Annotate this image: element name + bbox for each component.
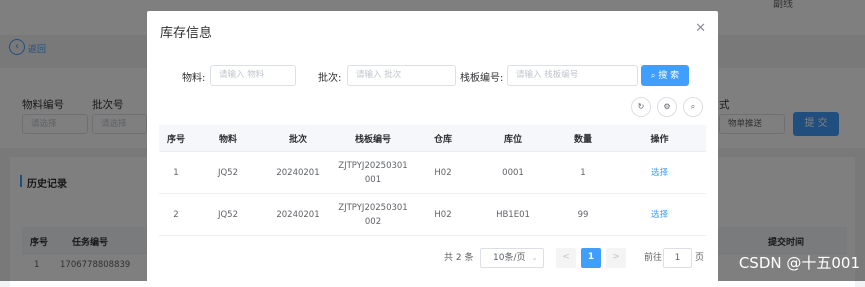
header-action: 操作 <box>613 125 706 152</box>
pallet-line2: 001 <box>364 174 382 185</box>
material-filter-input[interactable]: 请输入 物料 <box>210 65 296 86</box>
columns-settings-icon[interactable]: ⚙ <box>657 97 677 117</box>
pagination-total: 共 2 条 <box>444 253 474 263</box>
pallet-filter-label: 栈板编号: <box>460 73 504 84</box>
select-link[interactable]: 选择 <box>651 210 668 220</box>
goto-label: 前往 <box>644 253 663 263</box>
select-link[interactable]: 选择 <box>651 168 668 178</box>
table-row: 1 JQ52 20240201 ZJTPYJ20250301 001 H02 00… <box>159 151 706 194</box>
close-icon[interactable]: ✕ <box>695 21 706 36</box>
header-batch: 批次 <box>263 125 333 152</box>
search-icon: ⌕ <box>650 71 656 80</box>
cell-material: JQ52 <box>193 151 263 194</box>
header-material: 物料 <box>193 125 263 152</box>
pallet-line1: ZJTPYJ20250301 <box>338 160 408 171</box>
cell-warehouse: H02 <box>413 151 473 194</box>
refresh-icon[interactable]: ↻ <box>631 97 651 117</box>
pallet-filter-input[interactable]: 请输入 栈板编号 <box>507 65 638 86</box>
table-header-row: 序号 物料 批次 栈板编号 仓库 库位 数量 操作 <box>159 125 706 152</box>
page-size-select[interactable]: 10条/页 ⌄ <box>480 248 544 268</box>
inventory-dialog: 库存信息 ✕ 物料: 请输入 物料 批次: 请输入 批次 栈板编号: 请输入 栈… <box>147 11 718 286</box>
search-button[interactable]: ⌕ 搜 索 <box>641 65 689 86</box>
batch-filter-input[interactable]: 请输入 批次 <box>347 65 456 86</box>
header-pallet: 栈板编号 <box>333 125 413 152</box>
chevron-down-icon: ⌄ <box>531 253 538 262</box>
cell-location: 0001 <box>473 151 553 194</box>
prev-page-button[interactable]: < <box>556 248 576 268</box>
cell-pallet: ZJTPYJ20250301 001 <box>333 151 413 194</box>
cell-warehouse: H02 <box>413 193 473 236</box>
batch-filter-label: 批次: <box>318 73 342 84</box>
cell-quantity: 99 <box>553 193 613 236</box>
cell-batch: 20240201 <box>263 193 333 236</box>
header-quantity: 数量 <box>553 125 613 152</box>
search-button-label: 搜 索 <box>658 71 680 81</box>
cell-index: 2 <box>159 193 193 236</box>
cell-pallet: ZJTPYJ20250301 002 <box>333 193 413 236</box>
page-size-value: 10条/页 <box>493 253 526 263</box>
material-filter-label: 物料: <box>182 73 206 84</box>
header-index: 序号 <box>159 125 193 152</box>
header-location: 库位 <box>473 125 553 152</box>
cell-action: 选择 <box>613 151 706 194</box>
goto-page-input[interactable]: 1 <box>663 248 692 268</box>
cell-material: JQ52 <box>193 193 263 236</box>
dialog-title: 库存信息 <box>160 26 213 41</box>
page-1-button[interactable]: 1 <box>581 248 601 268</box>
table-row: 2 JQ52 20240201 ZJTPYJ20250301 002 H02 HB… <box>159 193 706 236</box>
cell-quantity: 1 <box>553 151 613 194</box>
cell-action: 选择 <box>613 193 706 236</box>
cell-batch: 20240201 <box>263 151 333 194</box>
toggle-search-icon[interactable]: ⌕ <box>683 97 703 117</box>
watermark: CSDN @十五001 <box>738 254 860 272</box>
header-warehouse: 仓库 <box>413 125 473 152</box>
cell-location: HB1E01 <box>473 193 553 236</box>
pallet-line1: ZJTPYJ20250301 <box>338 202 408 213</box>
cell-index: 1 <box>159 151 193 194</box>
pallet-line2: 002 <box>364 216 382 227</box>
inventory-table: 序号 物料 批次 栈板编号 仓库 库位 数量 操作 1 JQ52 2024020… <box>159 125 706 236</box>
page-suffix: 页 <box>695 253 705 263</box>
next-page-button[interactable]: > <box>606 248 626 268</box>
